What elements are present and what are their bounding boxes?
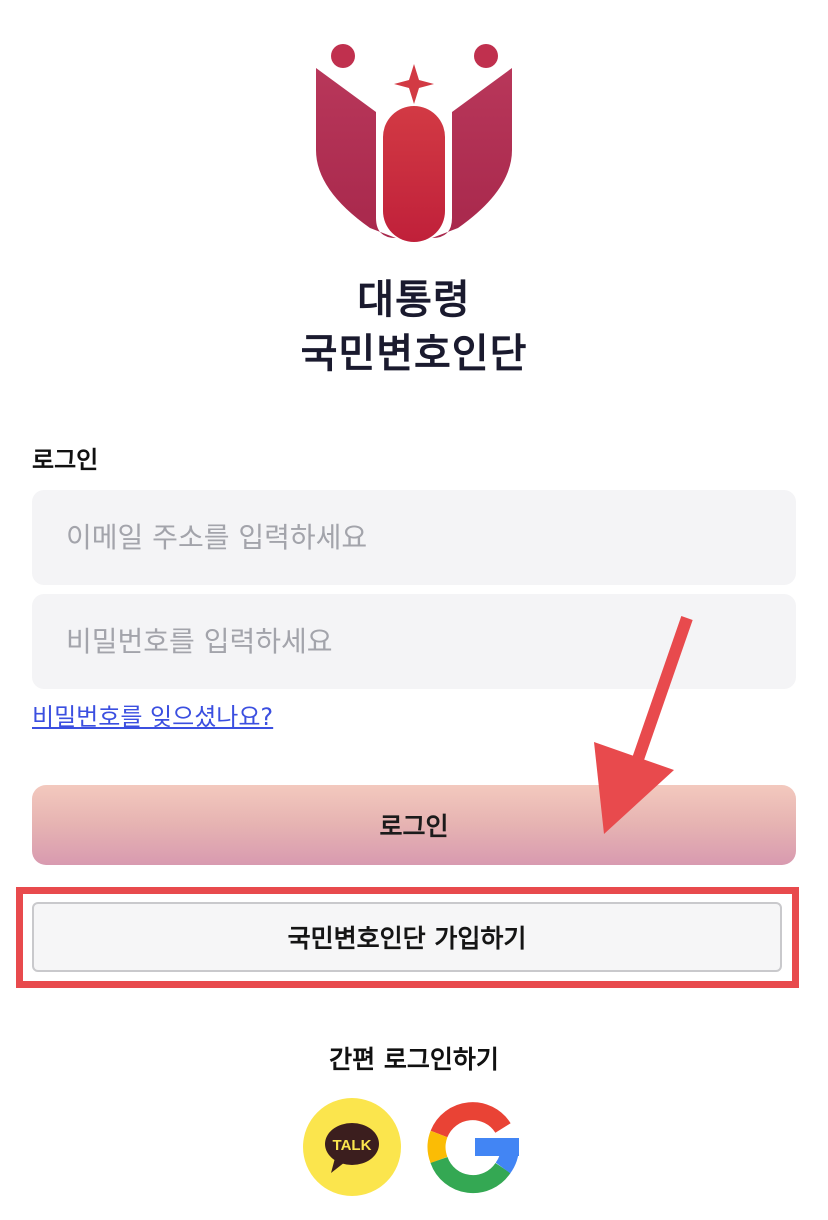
signup-button[interactable]: 국민변호인단 가입하기 xyxy=(32,902,782,972)
forgot-password-link[interactable]: 비밀번호를 잊으셨나요? xyxy=(32,700,273,734)
kakao-talk-icon: TALK xyxy=(325,1123,379,1173)
kakao-badge-text: TALK xyxy=(333,1137,372,1154)
organization-logo xyxy=(316,44,512,242)
organization-name-line2: 국민변호인단 xyxy=(300,331,528,377)
organization-name-line1: 대통령 xyxy=(357,277,471,323)
google-icon xyxy=(427,1102,519,1194)
email-field[interactable] xyxy=(32,490,796,585)
easy-login-label: 간편 로그인하기 xyxy=(329,1045,499,1074)
kakao-login-button[interactable]: TALK xyxy=(303,1098,401,1196)
login-section-label: 로그인 xyxy=(32,446,99,474)
annotation-arrow xyxy=(594,616,693,834)
google-login-button[interactable] xyxy=(425,1098,523,1196)
